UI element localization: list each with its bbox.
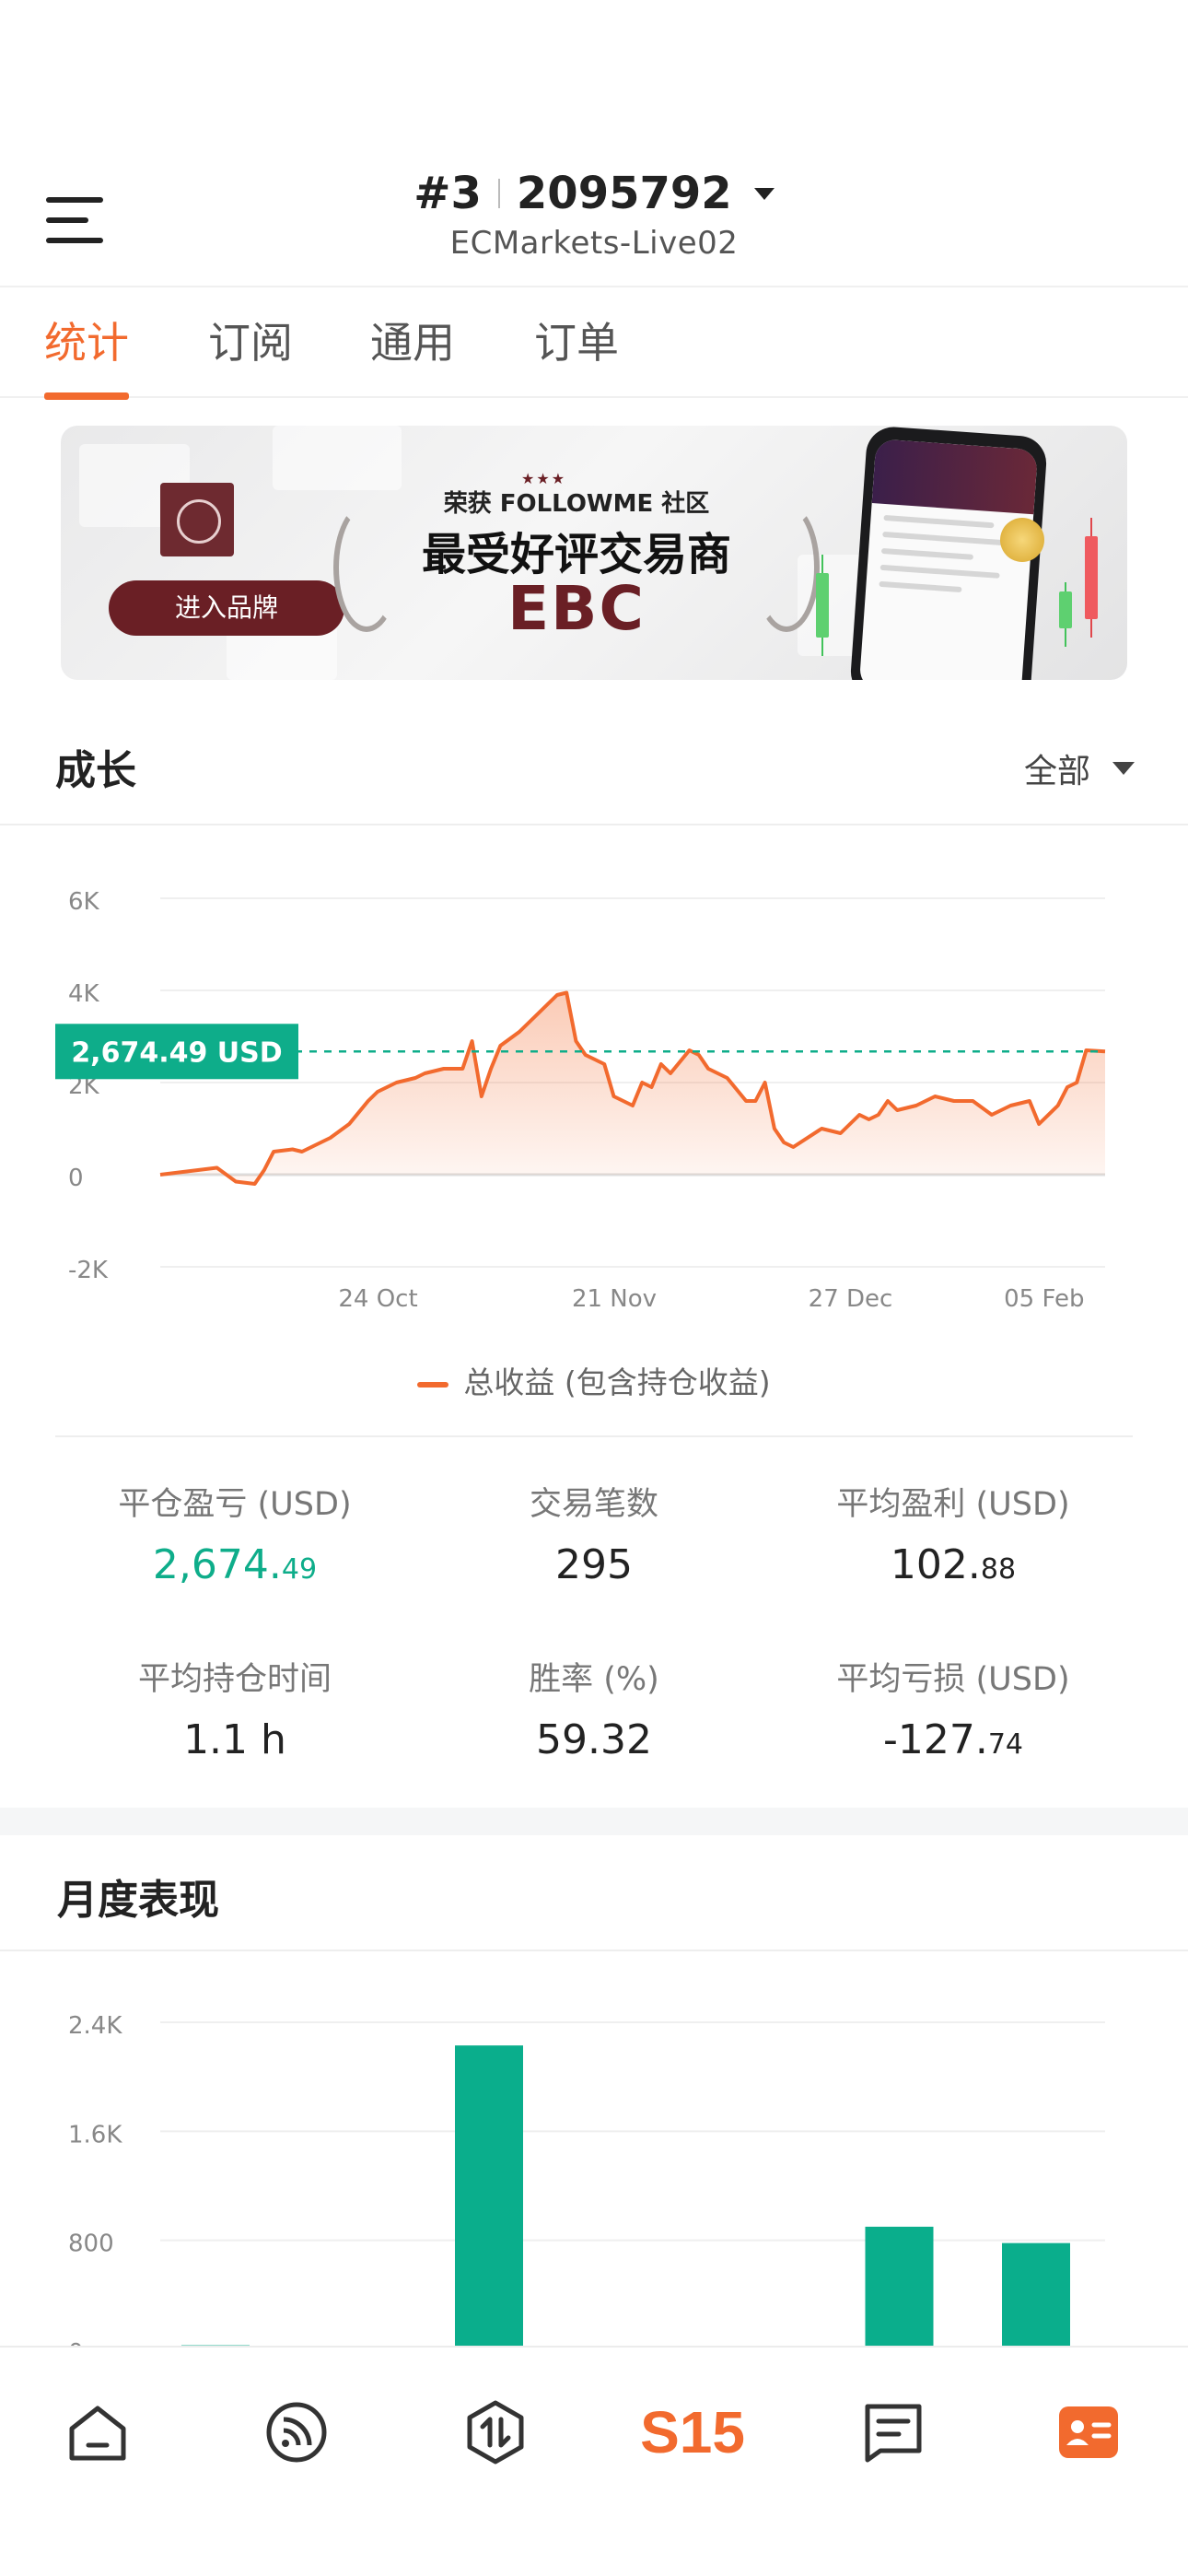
stat-label: 平均盈利 (USD): [836, 1486, 1070, 1523]
stat-value: 59.32: [536, 1716, 652, 1763]
profile-card-icon[interactable]: [1052, 2395, 1125, 2469]
growth-line-chart: 6K4K2K0-2K24 Oct 21 Nov 27 Dec 05 Feb2,674.…: [55, 888, 1106, 1308]
section-gap: [0, 1808, 1188, 1835]
stat-win-rate: 胜率 (%) 59.32: [414, 1653, 774, 1763]
promo-banner[interactable]: 进入品牌 ★★★ 荣获 FOLLOWME 社区 最受好评交易商 EBC: [61, 426, 1127, 680]
divider: [0, 1950, 1188, 1951]
stats-grid: 平仓盈亏 (USD) 2,674.49 交易笔数 295 平均盈利 (USD) …: [55, 1456, 1133, 1787]
y-tick-label: 0: [68, 1165, 84, 1192]
y-tick-label: 1.6K: [68, 2121, 122, 2149]
tab-bar: 统计 订阅 通用 订单: [0, 286, 1188, 400]
home-icon[interactable]: [61, 2395, 134, 2469]
bar: [455, 2045, 523, 2349]
banner-brand: EBC: [507, 573, 646, 644]
x-tick-label: 27 Dec: [809, 1285, 893, 1308]
x-tick-label: 24 Oct: [338, 1285, 417, 1308]
chevron-down-icon[interactable]: [753, 187, 775, 200]
stat-trade-count: 交易笔数 295: [414, 1478, 774, 1588]
bar: [865, 2226, 934, 2349]
stat-label: 平仓盈亏 (USD): [118, 1486, 352, 1523]
tab-general[interactable]: 通用: [370, 310, 455, 400]
divider: [0, 824, 1188, 825]
monthly-title: 月度表现: [57, 1877, 219, 1924]
svg-text:S15: S15: [641, 2399, 744, 2465]
stat-avg-loss: 平均亏损 (USD) -127.74: [774, 1653, 1133, 1763]
tab-subscribe[interactable]: 订阅: [208, 310, 293, 400]
y-tick-label: 6K: [68, 888, 100, 916]
brand-logo: [160, 483, 234, 556]
legend-label: 总收益 (包含持仓收益): [463, 1364, 771, 1400]
y-tick-label: 800: [68, 2231, 114, 2258]
stat-avg-profit: 平均盈利 (USD) 102.88: [774, 1478, 1133, 1588]
chevron-down-icon: [1112, 762, 1135, 775]
stat-label: 交易笔数: [529, 1486, 658, 1523]
account-id: 2095792: [516, 168, 732, 219]
s15-icon[interactable]: S15: [641, 2395, 744, 2469]
legend-swatch: [417, 1381, 449, 1388]
server-name: ECMarkets-Live02: [449, 225, 739, 262]
growth-title: 成长: [55, 747, 136, 794]
account-rank: #3: [413, 168, 482, 219]
stat-value: -127.74: [882, 1716, 1024, 1763]
stat-label: 平均持仓时间: [137, 1661, 332, 1698]
banner-subtitle: 荣获 FOLLOWME 社区: [443, 490, 710, 518]
stat-value: 2,674.49: [152, 1541, 318, 1588]
account-header: #3 2095792 ECMarkets-Live02: [0, 157, 1188, 286]
stat-value: 102.88: [890, 1541, 1017, 1588]
x-tick-label: 21 Nov: [572, 1285, 657, 1308]
growth-legend: 总收益 (包含持仓收益): [0, 1358, 1188, 1402]
divider: [55, 1435, 1133, 1437]
x-tick-label: 05 Feb: [1004, 1285, 1084, 1308]
account-title[interactable]: #3 2095792 ECMarkets-Live02: [0, 168, 1188, 262]
monthly-bar-chart: 2.4K1.6K8000: [68, 2012, 1105, 2349]
tab-statistics[interactable]: 统计: [44, 310, 129, 400]
stat-avg-hold-time: 平均持仓时间 1.1 h: [55, 1653, 414, 1763]
stat-label: 平均亏损 (USD): [836, 1661, 1070, 1698]
y-tick-label: 4K: [68, 980, 100, 1008]
enter-brand-button[interactable]: 进入品牌: [109, 580, 344, 636]
trade-icon[interactable]: [459, 2395, 532, 2469]
stat-label: 胜率 (%): [529, 1661, 659, 1698]
stat-closed-pnl: 平仓盈亏 (USD) 2,674.49: [55, 1478, 414, 1588]
message-icon[interactable]: [856, 2395, 930, 2469]
y-tick-label: -2K: [68, 1257, 109, 1284]
range-label: 全部: [1023, 753, 1090, 790]
coin-icon: [1000, 518, 1044, 562]
current-value-label: 2,674.49 USD: [71, 1036, 282, 1069]
feed-icon[interactable]: [260, 2395, 333, 2469]
stat-value: 1.1 h: [183, 1716, 286, 1763]
bar: [1002, 2242, 1070, 2349]
stat-value: 295: [555, 1541, 633, 1588]
title-divider: [497, 179, 500, 208]
y-tick-label: 2.4K: [68, 2012, 122, 2040]
series-area: [160, 992, 1105, 1184]
range-select[interactable]: 全部: [1024, 744, 1135, 792]
bottom-tab-bar: S15: [0, 2346, 1188, 2576]
tab-orders[interactable]: 订单: [534, 310, 619, 400]
